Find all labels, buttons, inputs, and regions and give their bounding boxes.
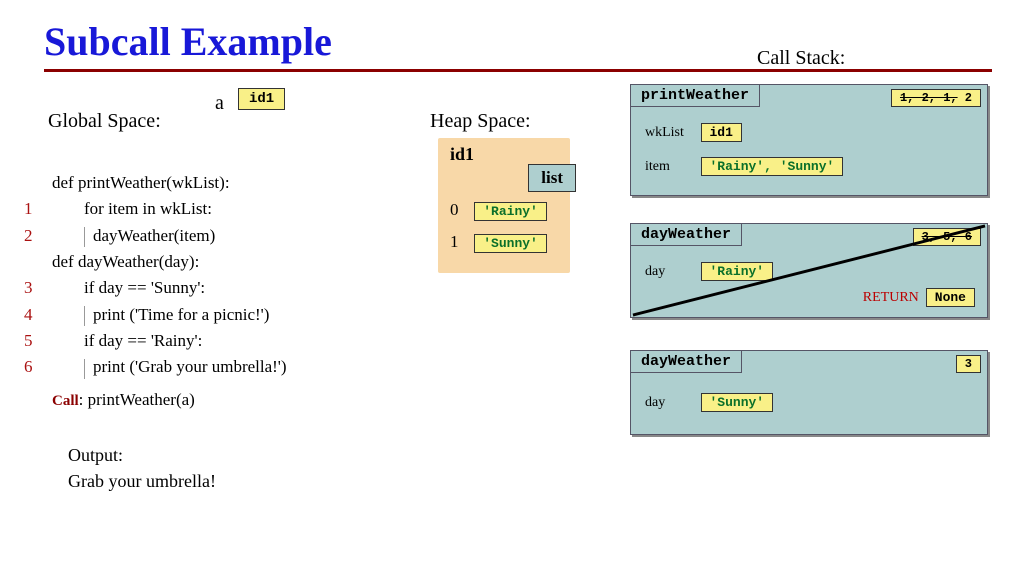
line-number: 2: [24, 223, 33, 249]
slide-title: Subcall Example: [0, 0, 1024, 69]
code-line: 5if day == 'Rainy':: [48, 328, 287, 354]
var-name: wkList: [645, 125, 697, 141]
var-a-value-box: id1: [238, 88, 285, 110]
heap-space-label: Heap Space:: [430, 110, 531, 133]
var-name: day: [645, 395, 697, 411]
frame-title: dayWeather: [630, 223, 742, 246]
code-line: 4print ('Time for a picnic!'): [48, 302, 287, 328]
call-line: Call: printWeather(a): [48, 387, 287, 413]
heap-type-box: list: [528, 164, 576, 192]
line-number: 5: [24, 328, 33, 354]
line-number: 4: [24, 302, 33, 328]
code-line: def dayWeather(day):: [48, 249, 287, 275]
heap-item: 0 'Rainy': [450, 200, 547, 221]
var-value-box: 'Rainy', 'Sunny': [701, 157, 844, 176]
code-line: 3if day == 'Sunny':: [48, 275, 287, 301]
heap-index: 0: [450, 200, 470, 220]
frame-line-counter: 3, 5, 6: [913, 228, 981, 246]
global-space-label: Global Space:: [48, 110, 161, 133]
output-label: Output:: [68, 442, 216, 468]
stack-frame-dayweather-1: dayWeather 3, 5, 6 day 'Rainy' RETURN No…: [630, 223, 988, 318]
title-divider: [44, 69, 992, 72]
return-value-box: None: [926, 288, 975, 307]
frame-var: wkList id1: [645, 123, 742, 142]
code-line: 6print ('Grab your umbrella!'): [48, 354, 287, 380]
heap-value-box: 'Sunny': [474, 234, 547, 253]
code-line: 1for item in wkList:: [48, 196, 287, 222]
heap-object: id1 list 0 'Rainy' 1 'Sunny': [438, 138, 570, 273]
code-line: def printWeather(wkList):: [48, 170, 287, 196]
code-listing: def printWeather(wkList): 1for item in w…: [48, 170, 287, 413]
call-label: Call: [52, 393, 79, 409]
frame-var: day 'Rainy': [645, 262, 773, 281]
frame-var: item 'Rainy', 'Sunny': [645, 157, 843, 176]
stack-frame-dayweather-2: dayWeather 3 day 'Sunny': [630, 350, 988, 435]
var-name: item: [645, 159, 697, 175]
heap-id-label: id1: [444, 144, 564, 165]
line-number: 6: [24, 354, 33, 380]
line-number: 1: [24, 196, 33, 222]
var-value-box: id1: [701, 123, 742, 142]
return-label: RETURN: [863, 290, 919, 305]
var-a-label: a: [215, 92, 224, 115]
frame-line-counter: 3: [956, 355, 981, 373]
var-value-box: 'Rainy': [701, 262, 774, 281]
output-section: Output: Grab your umbrella!: [68, 442, 216, 494]
output-value: Grab your umbrella!: [68, 468, 216, 494]
frame-var: day 'Sunny': [645, 393, 773, 412]
frame-return: RETURN None: [863, 288, 975, 307]
frame-title: printWeather: [630, 84, 760, 107]
var-name: day: [645, 264, 697, 280]
frame-title: dayWeather: [630, 350, 742, 373]
frame-line-counter: 1, 2, 1, 2: [891, 89, 981, 107]
heap-index: 1: [450, 232, 470, 252]
var-value-box: 'Sunny': [701, 393, 774, 412]
call-stack-label: Call Stack:: [757, 47, 845, 70]
line-number: 3: [24, 275, 33, 301]
heap-value-box: 'Rainy': [474, 202, 547, 221]
code-line: 2dayWeather(item): [48, 223, 287, 249]
stack-frame-printweather: printWeather 1, 2, 1, 2 wkList id1 item …: [630, 84, 988, 196]
heap-item: 1 'Sunny': [450, 232, 547, 253]
